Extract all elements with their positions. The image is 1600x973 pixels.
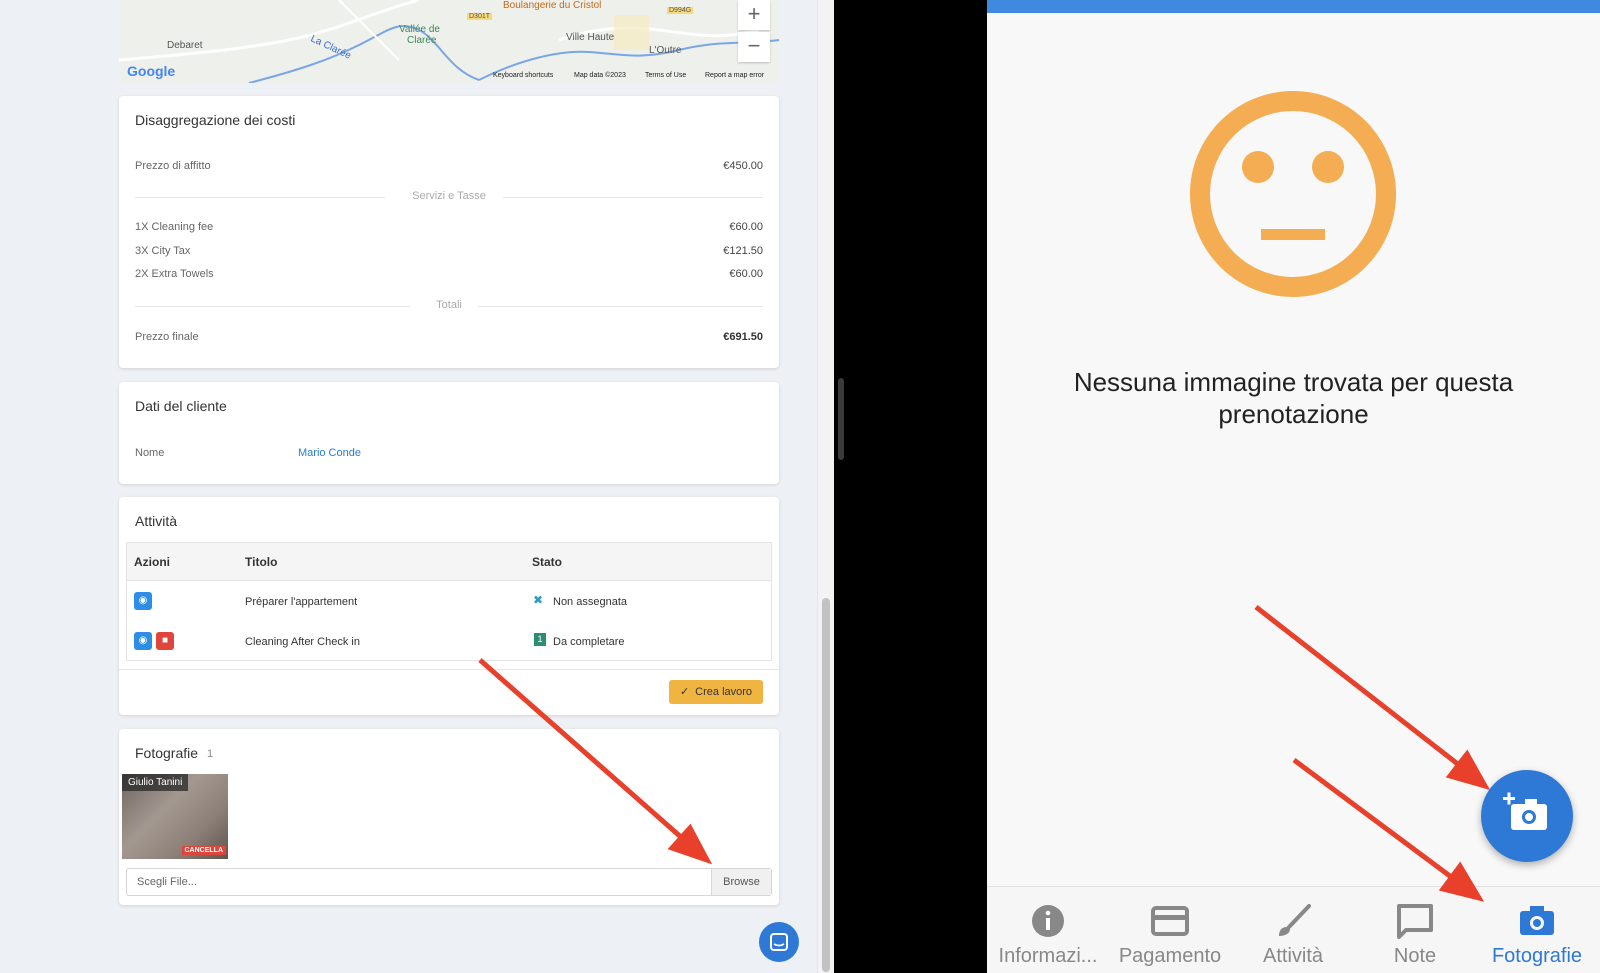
map-data-credit: Map data ©2023	[574, 72, 626, 79]
google-logo: Google	[127, 63, 176, 79]
final-price-value: €691.50	[723, 331, 763, 343]
credit-card-icon	[1151, 906, 1189, 936]
app-top-bar	[987, 0, 1600, 13]
cost-item-value: €60.00	[729, 268, 763, 280]
photo-thumbnail[interactable]: Giulio Tanini CANCELLA	[122, 774, 228, 859]
totals-divider: Totali	[135, 299, 763, 311]
zoom-out-button[interactable]: −	[738, 32, 770, 62]
brush-icon	[1279, 904, 1311, 936]
client-name-link[interactable]: Mario Conde	[298, 447, 361, 459]
nav-item-note[interactable]: Note	[1354, 887, 1476, 973]
cost-item-value: €60.00	[729, 221, 763, 233]
map-place-label: Debaret	[167, 40, 203, 51]
final-price-label: Prezzo finale	[135, 331, 199, 343]
card-title: Attività	[135, 513, 178, 529]
chat-icon	[770, 933, 788, 951]
photo-count: 1	[207, 748, 214, 760]
column-header-status: Stato	[532, 555, 562, 569]
chat-launcher-button[interactable]	[759, 922, 799, 962]
map-place-label: L'Outre	[649, 45, 682, 56]
scrollbar-track[interactable]	[817, 0, 834, 973]
eye-icon: ◉	[138, 635, 148, 646]
rent-label: Prezzo di affitto	[135, 160, 211, 172]
split-resize-handle[interactable]	[838, 378, 844, 460]
add-camera-icon	[1503, 792, 1547, 830]
column-header-title: Titolo	[245, 555, 278, 569]
location-map[interactable]: Debaret La Clarée Vallée de Clarée Ville…	[119, 0, 779, 83]
map-road-label: D301T	[467, 13, 493, 20]
card-title: Dati del cliente	[135, 398, 227, 414]
divider-label: Servizi e Tasse	[412, 190, 486, 202]
activities-card: Attività Azioni Titolo Stato ◉ Préparer …	[119, 497, 779, 715]
cost-item-label: 2X Extra Towels	[135, 268, 214, 280]
empty-state-line: Nessuna immagine trovata per questa	[1073, 367, 1514, 397]
map-keyboard-shortcuts-link[interactable]: Keyboard shortcuts	[493, 72, 553, 79]
trash-icon: ■	[161, 635, 169, 646]
nav-item-informazioni[interactable]: Informazi...	[987, 887, 1109, 973]
view-button[interactable]: ◉	[134, 632, 152, 650]
activity-status: Da completare	[553, 636, 625, 648]
eye-icon: ◉	[138, 595, 148, 606]
delete-button[interactable]: ■	[156, 632, 174, 650]
map-terms-link[interactable]: Terms of Use	[645, 72, 686, 79]
photo-delete-button[interactable]: CANCELLA	[181, 846, 226, 855]
activity-title: Préparer l'appartement	[245, 596, 358, 608]
card-title: Disaggregazione dei costi	[135, 112, 296, 128]
map-report-error-link[interactable]: Report a map error	[705, 72, 764, 79]
map-place-label: Ville Haute	[566, 32, 615, 43]
info-icon	[1032, 905, 1064, 937]
cost-item-label: 3X City Tax	[135, 245, 191, 257]
bottom-navigation: Informazi... Pagamento Attività Note Fot…	[987, 886, 1600, 973]
cost-breakdown-card: Disaggregazione dei costi Prezzo di affi…	[119, 96, 779, 368]
services-divider: Servizi e Tasse	[135, 190, 763, 202]
activity-title: Cleaning After Check in	[245, 636, 360, 648]
photo-author: Giulio Tanini	[122, 774, 189, 791]
client-data-card: Dati del cliente Nome Mario Conde	[119, 382, 779, 484]
map-place-label: Boulangerie du Cristol	[503, 0, 602, 11]
map-place-label: Vallée de	[399, 24, 440, 35]
divider-label: Totali	[436, 299, 462, 311]
check-icon: ✓	[679, 686, 690, 698]
activity-status: Non assegnata	[553, 596, 627, 608]
add-photo-button[interactable]	[1481, 770, 1573, 862]
column-header-actions: Azioni	[134, 555, 170, 569]
rent-value: €450.00	[723, 160, 763, 172]
create-job-button[interactable]: ✓ Crea lavoro	[669, 680, 763, 704]
camera-icon	[1520, 906, 1554, 935]
file-input-placeholder: Scegli File...	[137, 876, 197, 888]
zoom-in-button[interactable]: +	[738, 0, 770, 30]
nav-label: Informazi...	[998, 945, 1098, 967]
client-name-label: Nome	[135, 447, 165, 459]
desktop-pane: Debaret La Clarée Vallée de Clarée Ville…	[0, 0, 834, 973]
map-road-label: D994G	[667, 7, 694, 14]
scrollbar-thumb[interactable]	[822, 598, 830, 972]
nav-label: Note	[1393, 945, 1437, 967]
empty-state-message: Nessuna immagine trovata per questa pren…	[987, 366, 1600, 430]
cost-item-label: 1X Cleaning fee	[135, 221, 214, 233]
nav-item-attivita[interactable]: Attività	[1232, 887, 1354, 973]
status-badge-icon: 1	[534, 633, 546, 646]
mobile-pane: Nessuna immagine trovata per questa pren…	[987, 0, 1600, 973]
photos-card: Fotografie 1 Giulio Tanini CANCELLA Sceg…	[119, 729, 779, 905]
card-title: Fotografie	[135, 745, 199, 761]
nav-label: Fotografie	[1491, 945, 1583, 967]
activities-table: Azioni Titolo Stato ◉ Préparer l'apparte…	[126, 542, 772, 661]
nav-label: Attività	[1262, 945, 1324, 967]
view-button[interactable]: ◉	[134, 592, 152, 610]
nav-item-pagamento[interactable]: Pagamento	[1109, 887, 1231, 973]
empty-state-line: prenotazione	[1218, 399, 1369, 429]
file-input[interactable]: Scegli File... Browse	[126, 868, 772, 896]
neutral-face-icon	[1190, 91, 1396, 297]
cost-item-value: €121.50	[723, 245, 763, 257]
unassigned-user-icon: ✖	[533, 593, 544, 607]
map-place-label: Clarée	[407, 35, 437, 46]
nav-item-fotografie[interactable]: Fotografie	[1476, 887, 1598, 973]
nav-label: Pagamento	[1118, 945, 1222, 967]
create-job-label: Crea lavoro	[695, 686, 753, 698]
browse-button[interactable]: Browse	[711, 869, 771, 895]
chat-icon	[1397, 904, 1433, 939]
